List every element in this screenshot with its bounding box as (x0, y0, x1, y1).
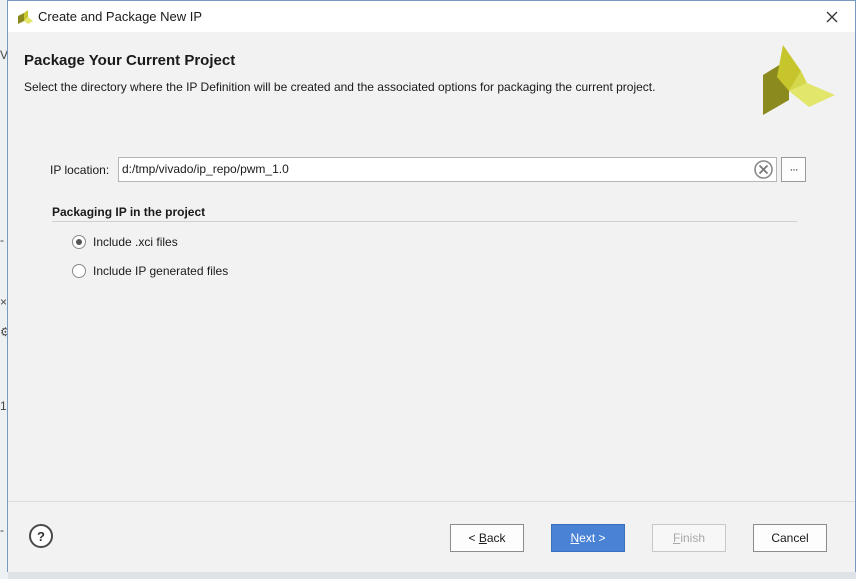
wizard-body: IP location: d:/tmp/vivado/ip_repo/pwm_1… (8, 129, 855, 501)
close-icon (826, 11, 838, 22)
title-bar[interactable]: Create and Package New IP (8, 1, 855, 32)
radio-button-selected[interactable] (72, 235, 86, 249)
ip-location-input[interactable]: d:/tmp/vivado/ip_repo/pwm_1.0 (118, 157, 777, 182)
back-label: ack (486, 531, 506, 545)
radio-include-xci[interactable]: Include .xci files (72, 235, 178, 249)
create-package-ip-dialog: Create and Package New IP Package Your C… (7, 0, 856, 572)
finish-label: inish (680, 531, 706, 545)
vivado-app-icon (18, 10, 33, 24)
next-label: ext > (579, 531, 606, 545)
window-title: Create and Package New IP (38, 9, 203, 24)
back-button[interactable]: < Back (450, 524, 524, 552)
next-button[interactable]: Next > (551, 524, 625, 552)
wizard-footer: ? < Back Next > Finish Cancel (8, 501, 855, 572)
next-mnemonic: N (570, 531, 580, 545)
ip-location-label: IP location: (50, 163, 110, 177)
close-button[interactable] (809, 1, 855, 32)
background-mark: 1 (0, 399, 7, 413)
vivado-logo (763, 45, 835, 115)
radio-include-generated[interactable]: Include IP generated files (72, 264, 228, 278)
cancel-button[interactable]: Cancel (753, 524, 827, 552)
page-description: Select the directory where the IP Defini… (24, 80, 656, 94)
finish-mnemonic: F (672, 531, 681, 545)
back-mnemonic: B (478, 531, 487, 545)
background-mark: - (0, 233, 4, 247)
wizard-header: Package Your Current Project Select the … (8, 32, 855, 129)
help-button[interactable]: ? (29, 524, 53, 548)
finish-button[interactable]: Finish (652, 524, 726, 552)
radio-label: Include IP generated files (93, 264, 229, 278)
page-title: Package Your Current Project (24, 52, 236, 69)
background-mark: × (0, 295, 8, 309)
packaging-group-title: Packaging IP in the project (52, 205, 206, 219)
clear-icon[interactable] (754, 160, 773, 179)
browse-button[interactable]: ··· (781, 157, 806, 182)
back-prefix: < (468, 531, 479, 545)
radio-button[interactable] (72, 264, 86, 278)
background-mark: - (0, 523, 4, 537)
radio-label: Include .xci files (93, 235, 178, 249)
group-divider (52, 221, 797, 222)
